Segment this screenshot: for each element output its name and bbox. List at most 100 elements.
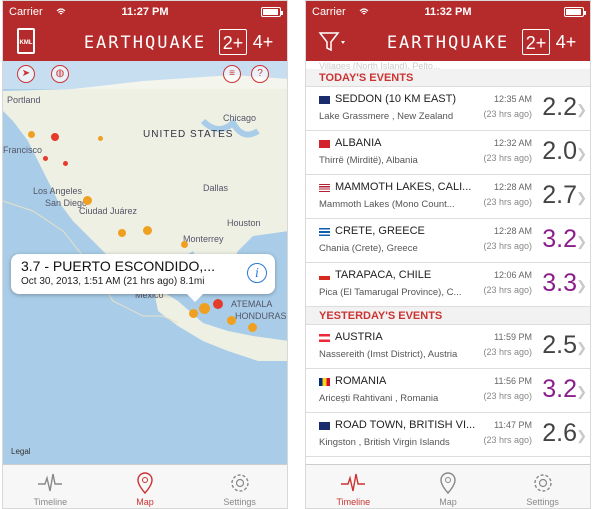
quake-marker[interactable]	[63, 161, 68, 166]
layers-icon[interactable]: ≡	[223, 65, 241, 83]
callout-subtitle: Oct 30, 2013, 1:51 AM (21 hrs ago) 8.1mi	[21, 276, 205, 287]
event-time: 12:06 AM	[493, 270, 532, 280]
map-pin-icon	[137, 472, 153, 495]
event-ago: (23 hrs ago)	[483, 241, 532, 251]
event-time: 11:47 PM	[494, 420, 532, 430]
filter-mag-4-button[interactable]: 4+	[249, 29, 277, 55]
events-sections: TODAY'S EVENTS SEDDON (10 KM EAST) Lake Gr…	[306, 69, 590, 457]
event-magnitude: 2.5	[542, 331, 577, 359]
status-bar: Carrier 11:32 PM	[306, 1, 590, 23]
quake-marker[interactable]	[227, 316, 236, 325]
map-label-houston: Houston	[227, 218, 261, 228]
chevron-right-icon: ❯	[576, 234, 587, 249]
pulse-icon	[341, 473, 366, 492]
flag-icon	[319, 422, 330, 430]
flag-icon	[319, 334, 330, 342]
event-row[interactable]: CRETE, GREECE Chania (Crete), Greece 12:28…	[306, 219, 590, 263]
event-region: Kingston , British Virgin Islands	[319, 437, 450, 448]
section-header: YESTERDAY'S EVENTS	[306, 307, 590, 325]
event-row[interactable]: MAMMOTH LAKES, CALI... Mammoth Lakes (Mon…	[306, 175, 590, 219]
event-time: 12:32 AM	[493, 138, 532, 148]
event-place: ALBANIA	[335, 137, 382, 149]
quake-marker[interactable]	[199, 303, 210, 314]
event-magnitude: 2.2	[542, 93, 577, 121]
map-legal-link[interactable]: Legal	[11, 447, 31, 456]
locate-me-icon[interactable]: ➤	[17, 65, 35, 83]
partial-row: Villages (North Island), Pelto...	[319, 61, 441, 69]
tab-bar: Timeline Map Settings	[306, 464, 590, 508]
tab-timeline-label: Timeline	[33, 497, 68, 507]
map-label-guatemala: ATEMALA	[231, 299, 273, 309]
gear-icon	[230, 474, 249, 492]
quake-marker[interactable]	[83, 196, 92, 205]
event-magnitude: 3.2	[542, 375, 577, 403]
tab-timeline[interactable]: Timeline	[3, 465, 98, 508]
tab-bar: Timeline Map Settings	[3, 464, 287, 508]
event-region: Chania (Crete), Greece	[319, 243, 418, 254]
filter-mag-4-button[interactable]: 4+	[552, 29, 580, 55]
nav-bar: KML EARTHQUAKE 2+ 4+	[3, 23, 287, 61]
status-time: 11:27 PM	[121, 6, 169, 18]
flag-icon	[319, 184, 330, 192]
callout-title: 3.7 - PUERTO ESCONDIDO,...	[21, 258, 215, 274]
chevron-right-icon: ❯	[576, 146, 587, 161]
event-place: ROMANIA	[335, 375, 387, 387]
tab-settings[interactable]: Settings	[192, 465, 287, 508]
map-label-portland: Portland	[7, 95, 41, 105]
chevron-right-icon: ❯	[576, 384, 587, 399]
quake-marker[interactable]	[248, 323, 257, 332]
event-region: Lake Grassmere , New Zealand	[319, 111, 454, 122]
map-label-united-states: UNITED STATES	[143, 129, 234, 140]
quake-marker[interactable]	[189, 309, 198, 318]
status-bar: Carrier 11:27 PM	[3, 1, 287, 23]
event-ago: (23 hrs ago)	[483, 109, 532, 119]
quake-marker[interactable]	[181, 241, 188, 248]
globe-icon[interactable]: ◍	[51, 65, 69, 83]
info-icon[interactable]: i	[247, 263, 267, 283]
event-row[interactable]: ROAD TOWN, BRITISH VI... Kingston , Briti…	[306, 413, 590, 457]
filter-mag-2-button[interactable]: 2+	[219, 29, 247, 55]
tab-settings-label: Settings	[526, 497, 559, 507]
event-place: MAMMOTH LAKES, CALI...	[335, 181, 472, 193]
flag-icon	[319, 228, 330, 236]
event-magnitude: 3.3	[542, 269, 577, 297]
quake-marker[interactable]	[98, 136, 103, 141]
event-row[interactable]: AUSTRIA Nassereith (Imst District), Austr…	[306, 325, 590, 369]
event-ago: (23 hrs ago)	[483, 347, 532, 357]
help-icon[interactable]: ?	[251, 65, 269, 83]
event-region: Aricești Rahtivani , Romania	[319, 393, 439, 404]
tab-map[interactable]: Map	[98, 465, 193, 508]
chevron-right-icon: ❯	[576, 340, 587, 355]
quake-callout[interactable]: 3.7 - PUERTO ESCONDIDO,... Oct 30, 2013,…	[11, 254, 275, 302]
map-label-francisco: Francisco	[3, 145, 43, 155]
map-label-ciudad-juarez: Ciudad Juárez	[79, 206, 138, 216]
quake-marker[interactable]	[118, 229, 126, 237]
tab-map[interactable]: Map	[401, 465, 496, 508]
event-ago: (23 hrs ago)	[483, 153, 532, 163]
events-list[interactable]: Villages (North Island), Pelto... TODAY'…	[306, 61, 590, 464]
event-ago: (23 hrs ago)	[483, 197, 532, 207]
event-row[interactable]: ALBANIA Thirrë (Mirditë), Albania 12:32 AM…	[306, 131, 590, 175]
quake-marker[interactable]	[28, 131, 35, 138]
tab-settings-label: Settings	[223, 497, 256, 507]
filter-mag-2-button[interactable]: 2+	[522, 29, 550, 55]
chevron-right-icon: ❯	[576, 428, 587, 443]
event-time: 12:28 AM	[493, 182, 532, 192]
event-place: SEDDON (10 KM EAST)	[335, 93, 457, 105]
quake-marker[interactable]	[143, 226, 152, 235]
tab-settings[interactable]: Settings	[495, 465, 590, 508]
quake-marker[interactable]	[213, 299, 223, 309]
event-magnitude: 3.2	[542, 225, 577, 253]
status-time: 11:32 PM	[424, 6, 472, 18]
event-magnitude: 2.7	[542, 181, 577, 209]
tab-map-label: Map	[136, 497, 154, 507]
event-row[interactable]: TARAPACA, CHILE Pica (El Tamarugal Provin…	[306, 263, 590, 307]
event-time: 11:59 PM	[494, 332, 532, 342]
event-time: 12:28 AM	[493, 226, 532, 236]
pulse-icon	[38, 473, 63, 492]
event-row[interactable]: ROMANIA Aricești Rahtivani , Romania 11:56…	[306, 369, 590, 413]
quake-marker[interactable]	[43, 156, 48, 161]
tab-timeline[interactable]: Timeline	[306, 465, 401, 508]
quake-marker[interactable]	[51, 133, 59, 141]
event-row[interactable]: SEDDON (10 KM EAST) Lake Grassmere , New …	[306, 87, 590, 131]
